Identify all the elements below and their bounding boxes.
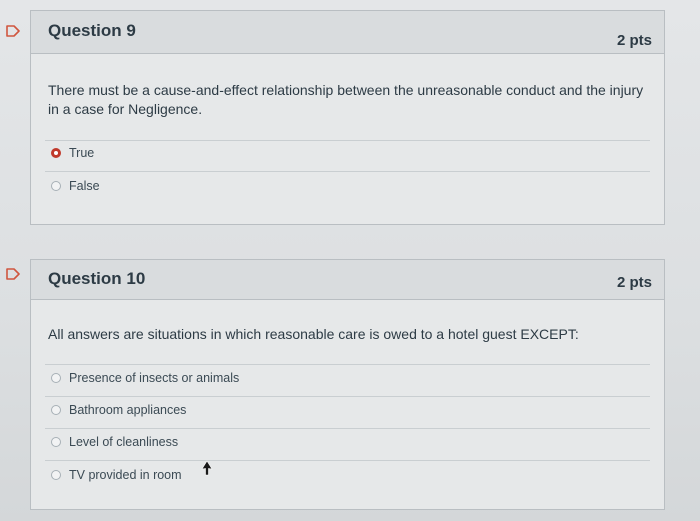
- question-header: Question 9 2 pts: [31, 11, 664, 54]
- answer-label: Level of cleanliness: [69, 435, 179, 449]
- answer-label: Bathroom appliances: [69, 403, 187, 417]
- question-title: Question 10: [48, 269, 146, 288]
- divider: [45, 140, 650, 141]
- divider: [45, 460, 650, 461]
- answer-label: Presence of insects or animals: [69, 371, 240, 385]
- flag-icon[interactable]: [6, 25, 20, 37]
- answer-option-cleanliness[interactable]: Level of cleanliness: [51, 435, 178, 449]
- answer-option-bathroom[interactable]: Bathroom appliances: [51, 403, 186, 417]
- answer-option-tv[interactable]: TV provided in room: [51, 468, 182, 482]
- question-text: There must be a cause-and-effect relatio…: [48, 82, 644, 117]
- divider: [45, 171, 650, 172]
- divider: [45, 396, 650, 397]
- question-9-card: Question 9 2 pts There must be a cause-a…: [30, 10, 665, 225]
- divider: [45, 364, 650, 365]
- answer-label: False: [69, 179, 100, 193]
- radio-icon[interactable]: [51, 437, 61, 447]
- mouse-pointer-icon: [201, 460, 213, 476]
- answer-option-insects[interactable]: Presence of insects or animals: [51, 371, 239, 385]
- question-10-card: Question 10 2 pts All answers are situat…: [30, 259, 665, 510]
- question-points: 2 pts: [616, 32, 652, 49]
- answer-option-true[interactable]: True: [51, 146, 94, 160]
- radio-icon[interactable]: [51, 373, 61, 383]
- radio-selected-icon[interactable]: [51, 148, 61, 158]
- divider: [45, 428, 650, 429]
- radio-icon[interactable]: [51, 470, 61, 480]
- question-title: Question 9: [48, 21, 136, 40]
- answer-label: TV provided in room: [69, 468, 182, 482]
- question-points: 2 pts: [616, 274, 652, 291]
- question-header: Question 10 2 pts: [31, 260, 664, 300]
- radio-icon[interactable]: [51, 405, 61, 415]
- radio-icon[interactable]: [51, 181, 61, 191]
- answer-option-false[interactable]: False: [51, 179, 100, 193]
- question-text: All answers are situations in which reas…: [48, 326, 579, 342]
- flag-icon[interactable]: [6, 268, 20, 280]
- answer-label: True: [69, 146, 95, 160]
